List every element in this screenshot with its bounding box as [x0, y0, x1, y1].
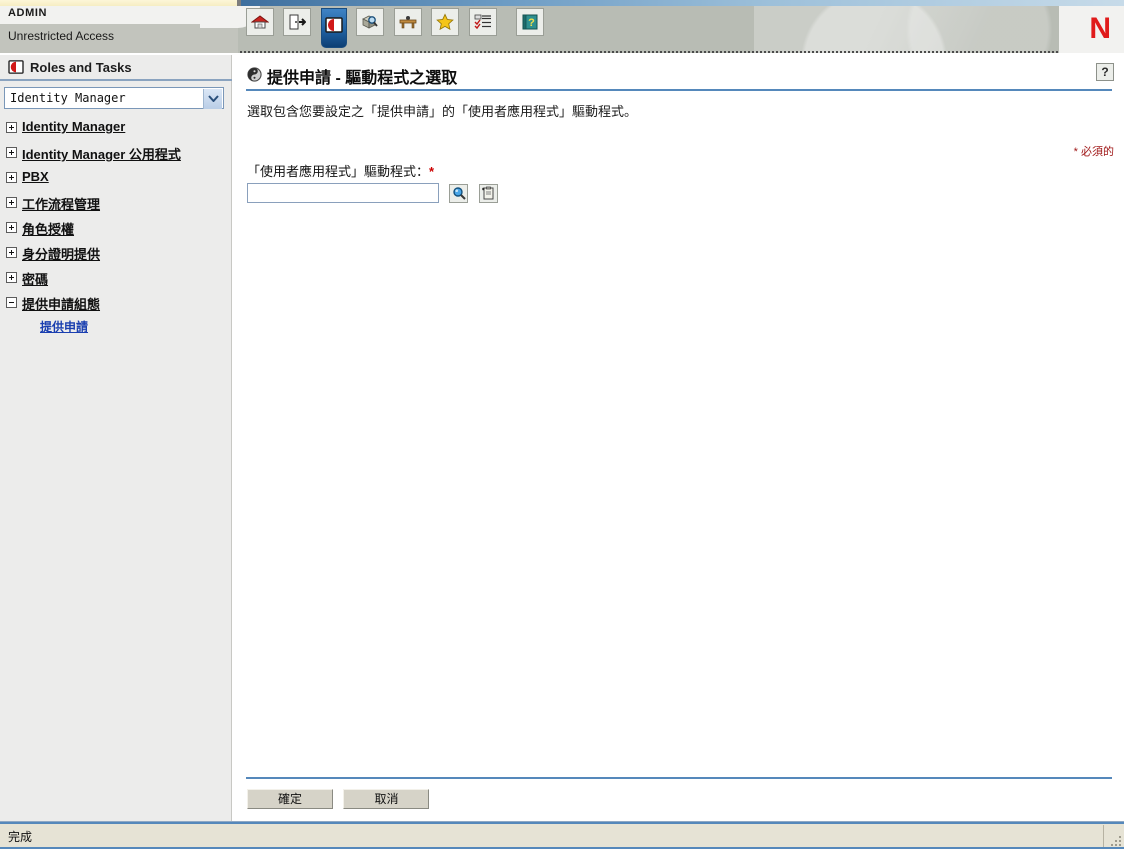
form-button-row: 確定 取消: [247, 789, 435, 809]
sidebar-item-label[interactable]: PBX: [22, 169, 49, 184]
sidebar-item-label[interactable]: Identity Manager 公用程式: [22, 144, 181, 163]
view-select[interactable]: Identity Manager: [4, 87, 224, 109]
content-area: ? 提供申請 - 驅動程式之選取 選取包含您要設定之「提供申請」的「使用者應用程…: [233, 55, 1124, 821]
title-divider: [246, 89, 1112, 91]
sidebar-item-role-authorization[interactable]: 角色授權: [0, 217, 232, 242]
sidebar-item-label[interactable]: 工作流程管理: [22, 194, 100, 213]
admin-access-level: Unrestricted Access: [8, 29, 115, 43]
page-description: 選取包含您要設定之「提供申請」的「使用者應用程式」驅動程式。: [247, 104, 638, 119]
driver-field-label-text: 「使用者應用程式」驅動程式：: [247, 164, 430, 179]
sidebar-item-label[interactable]: 密碼: [22, 269, 48, 288]
view-select-box[interactable]: Identity Manager: [4, 87, 224, 109]
driver-field-label: 「使用者應用程式」驅動程式：*: [247, 161, 434, 180]
help-book-icon[interactable]: ?: [516, 8, 545, 36]
home-icon[interactable]: [246, 8, 274, 36]
roles-and-tasks-icon: [8, 60, 24, 79]
view-select-value: Identity Manager: [10, 91, 126, 105]
sidebar-item-passwords[interactable]: 密碼: [0, 267, 232, 292]
magnifier-icon[interactable]: [449, 183, 469, 203]
expand-plus-icon[interactable]: [6, 122, 17, 133]
required-note: * 必須的: [1073, 146, 1114, 158]
status-bar-top-rule: [0, 822, 1124, 824]
task-list-icon[interactable]: [468, 8, 497, 36]
navigation-tree: Identity Manager Identity Manager 公用程式 P…: [0, 117, 232, 339]
chevron-down-icon[interactable]: [203, 89, 222, 109]
favorites-star-icon[interactable]: [431, 8, 460, 36]
novell-logo: N: [1089, 12, 1111, 45]
cancel-button[interactable]: 取消: [343, 789, 430, 809]
admin-identity-block: ADMIN Unrestricted Access: [0, 6, 260, 53]
sidebar-item-label[interactable]: 角色授權: [22, 219, 74, 238]
sidebar-item-label[interactable]: Identity Manager: [22, 119, 125, 134]
page-title: 提供申請 - 驅動程式之選取: [267, 70, 458, 87]
sidebar-item-credential-provisioning[interactable]: 身分證明提供: [0, 242, 232, 267]
svg-text:?: ?: [528, 17, 535, 29]
resize-grip[interactable]: [1108, 833, 1121, 846]
admin-name: ADMIN: [8, 7, 48, 19]
sidebar: Roles and Tasks Identity Manager Identit…: [0, 55, 232, 821]
sidebar-item-workflow-administration[interactable]: 工作流程管理: [0, 192, 232, 217]
expand-plus-icon[interactable]: [6, 222, 17, 233]
sidebar-item-provisioning-request-configuration[interactable]: 提供申請組態: [0, 292, 232, 317]
expand-plus-icon[interactable]: [6, 172, 17, 183]
sidebar-item-provisioning-request[interactable]: 提供申請: [0, 317, 232, 339]
application-window: N ADMIN Unrestricted Access ? Roles and …: [0, 0, 1124, 849]
driver-field-row: [247, 183, 498, 203]
expand-plus-icon[interactable]: [6, 197, 17, 208]
sidebar-item-label[interactable]: 身分證明提供: [22, 244, 100, 263]
main-toolbar: ?: [246, 8, 549, 48]
footer-divider: [246, 777, 1112, 779]
workbench-icon[interactable]: [393, 8, 422, 36]
status-text: 完成: [8, 830, 33, 844]
object-search-icon[interactable]: [356, 8, 385, 36]
sidebar-header: Roles and Tasks: [0, 55, 232, 81]
logout-icon[interactable]: [283, 8, 312, 36]
status-bar-separator: [1103, 825, 1104, 847]
sidebar-title: Roles and Tasks: [30, 60, 132, 75]
provisioning-request-icon: [247, 67, 262, 87]
required-asterisk: *: [429, 164, 435, 179]
brand-logo-pane: N: [1059, 6, 1124, 53]
sidebar-item-identity-manager[interactable]: Identity Manager: [0, 117, 232, 142]
sidebar-item-identity-manager-utilities[interactable]: Identity Manager 公用程式: [0, 142, 232, 167]
sidebar-item-label[interactable]: 提供申請: [40, 318, 88, 335]
expand-plus-icon[interactable]: [6, 147, 17, 158]
object-selector-icon[interactable]: [478, 183, 498, 203]
collapse-minus-icon[interactable]: [6, 297, 17, 308]
sidebar-item-label[interactable]: 提供申請組態: [22, 294, 100, 313]
status-bar: 完成: [0, 821, 1124, 849]
header-watermark: [754, 6, 1054, 53]
ok-button[interactable]: 確定: [247, 789, 333, 809]
help-button[interactable]: ?: [1096, 63, 1114, 81]
expand-plus-icon[interactable]: [6, 247, 17, 258]
roles-and-tasks-icon[interactable]: [320, 8, 347, 48]
expand-plus-icon[interactable]: [6, 272, 17, 283]
driver-input[interactable]: [247, 183, 439, 203]
sidebar-item-pbx[interactable]: PBX: [0, 167, 232, 192]
admin-access-bar: Unrestricted Access: [0, 24, 238, 53]
